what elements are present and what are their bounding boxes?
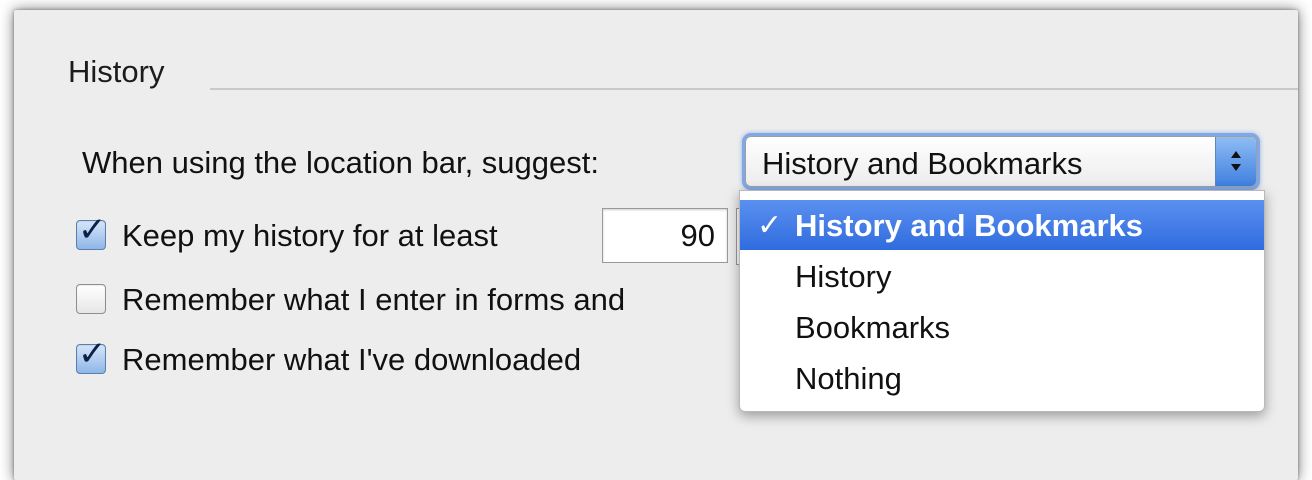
menu-item-history[interactable]: History: [740, 251, 1264, 301]
menu-item-nothing[interactable]: Nothing: [740, 353, 1264, 403]
keep-history-checkbox[interactable]: ✓: [76, 213, 107, 250]
suggest-label: When using the location bar, suggest:: [82, 145, 599, 180]
select-arrows-icon[interactable]: [1215, 137, 1256, 186]
checkmark-icon: ✓: [757, 208, 783, 243]
section-title: History: [68, 54, 165, 89]
menu-item-history-and-bookmarks[interactable]: ✓ History and Bookmarks: [740, 200, 1264, 250]
checkmark-icon: ✓: [78, 334, 107, 374]
arrow-up-icon: [1231, 151, 1241, 158]
menu-item-label: Nothing: [795, 361, 902, 396]
suggest-dropdown-menu: ✓ History and Bookmarks History Bookmark…: [739, 190, 1265, 412]
remember-forms-checkbox[interactable]: [76, 284, 106, 314]
arrow-down-icon: [1231, 164, 1241, 171]
menu-item-label: History: [795, 259, 892, 294]
menu-item-label: Bookmarks: [795, 310, 951, 345]
menu-item-label: History and Bookmarks: [795, 208, 1143, 243]
checkmark-icon: ✓: [78, 210, 107, 250]
suggest-select-value: History and Bookmarks: [762, 146, 1083, 181]
suggest-select[interactable]: History and Bookmarks: [745, 136, 1257, 187]
history-days-input[interactable]: 90: [602, 208, 728, 263]
remember-forms-label: Remember what I enter in forms and: [122, 282, 626, 317]
section-divider: [210, 88, 1298, 90]
menu-item-bookmarks[interactable]: Bookmarks: [740, 302, 1264, 352]
keep-history-label: Keep my history for at least: [122, 218, 498, 253]
remember-downloads-label: Remember what I've downloaded: [122, 342, 582, 377]
remember-downloads-checkbox[interactable]: ✓: [76, 337, 107, 374]
preferences-panel: History When using the location bar, sug…: [14, 10, 1298, 480]
